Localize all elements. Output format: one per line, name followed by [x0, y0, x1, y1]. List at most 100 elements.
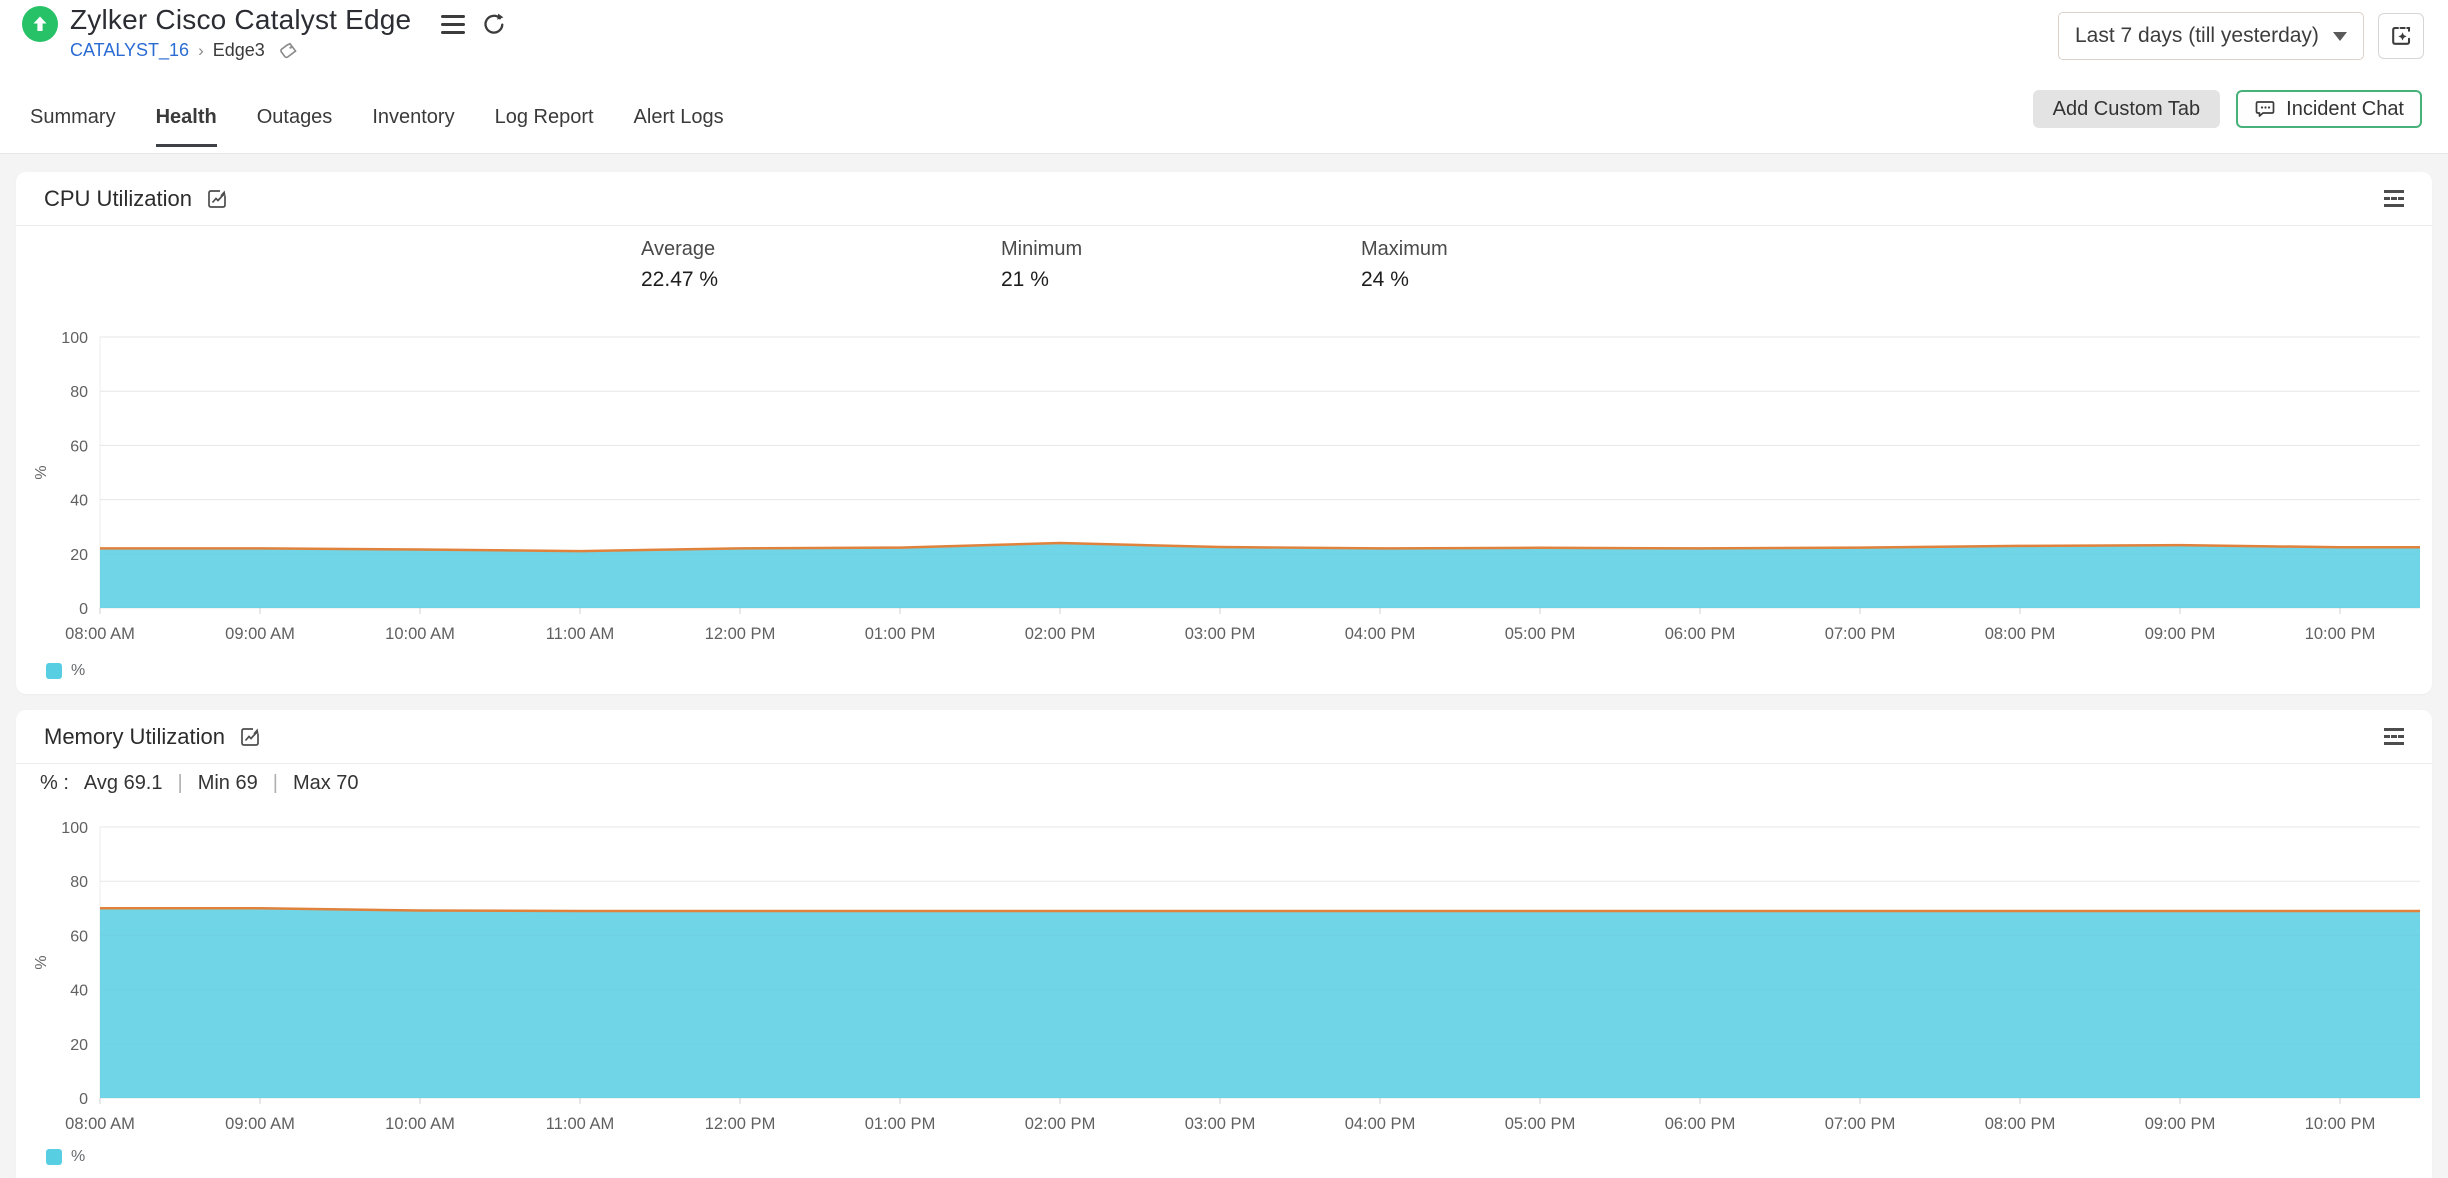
time-range-value: Last 7 days (till yesterday)	[2075, 24, 2319, 48]
svg-text:60: 60	[70, 928, 88, 945]
chat-bubble-icon	[2254, 98, 2276, 120]
cpu-chart[interactable]: 0 20 40 60 80 100 08:00 AM 09:00 AM 10:00 AM 11:0…	[16, 322, 2432, 652]
memory-stat-max: Max 70	[293, 772, 359, 795]
memory-stat-avg: Avg 69.1	[84, 772, 163, 795]
cpu-chart-legend[interactable]: %	[46, 662, 85, 680]
cpu-panel-title: CPU Utilization	[44, 186, 192, 212]
stats-separator: |	[178, 772, 183, 795]
svg-text:03:00 PM: 03:00 PM	[1185, 625, 1256, 643]
memory-panel-title: Memory Utilization	[44, 724, 225, 750]
svg-text:09:00 AM: 09:00 AM	[225, 1115, 295, 1133]
svg-text:09:00 AM: 09:00 AM	[225, 625, 295, 643]
breadcrumb-separator: ›	[198, 41, 204, 61]
svg-text:09:00 PM: 09:00 PM	[2145, 1115, 2216, 1133]
svg-text:09:00 PM: 09:00 PM	[2145, 625, 2216, 643]
tab-summary[interactable]: Summary	[30, 106, 116, 147]
svg-text:05:00 PM: 05:00 PM	[1505, 625, 1576, 643]
time-range-selector[interactable]: Last 7 days (till yesterday)	[2058, 12, 2364, 60]
svg-text:04:00 PM: 04:00 PM	[1345, 625, 1416, 643]
svg-text:02:00 PM: 02:00 PM	[1025, 625, 1096, 643]
svg-text:02:00 PM: 02:00 PM	[1025, 1115, 1096, 1133]
expand-chart-icon[interactable]	[206, 188, 228, 210]
svg-text:04:00 PM: 04:00 PM	[1345, 1115, 1416, 1133]
svg-text:0: 0	[79, 601, 88, 618]
svg-text:0: 0	[79, 1091, 88, 1108]
tab-bar: Summary Health Outages Inventory Log Rep…	[30, 106, 724, 147]
frame-sparkle-icon	[2388, 23, 2414, 49]
svg-text:20: 20	[70, 1037, 88, 1054]
memory-stats-prefix: % :	[40, 772, 69, 795]
chevron-down-icon	[2333, 32, 2347, 41]
tab-log-report[interactable]: Log Report	[495, 106, 594, 147]
svg-text:10:00 AM: 10:00 AM	[385, 625, 455, 643]
svg-text:20: 20	[70, 547, 88, 564]
tab-outages[interactable]: Outages	[257, 106, 333, 147]
svg-text:08:00 AM: 08:00 AM	[65, 625, 135, 643]
cpu-panel-header: CPU Utilization	[16, 172, 2432, 226]
svg-text:11:00 AM: 11:00 AM	[546, 625, 615, 643]
legend-label: %	[71, 662, 85, 680]
tab-health[interactable]: Health	[156, 106, 217, 147]
incident-chat-label: Incident Chat	[2286, 98, 2404, 121]
breadcrumb-current: Edge3	[213, 40, 265, 61]
tab-alert-logs[interactable]: Alert Logs	[634, 106, 724, 147]
add-custom-tab-button[interactable]: Add Custom Tab	[2033, 90, 2221, 128]
cpu-stat-minimum: Minimum 21 %	[1001, 238, 1361, 292]
memory-chart-context-menu-icon[interactable]	[2384, 728, 2404, 745]
legend-label: %	[71, 1148, 85, 1166]
svg-text:%: %	[33, 465, 50, 479]
breadcrumb: CATALYST_16 › Edge3	[70, 40, 298, 61]
page-title: Zylker Cisco Catalyst Edge	[70, 4, 411, 36]
cpu-stats-row: Average 22.47 % Minimum 21 % Maximum 24 …	[641, 238, 1721, 292]
svg-text:08:00 AM: 08:00 AM	[65, 1115, 135, 1133]
refresh-icon[interactable]	[481, 11, 507, 42]
stat-label: Maximum	[1361, 238, 1721, 261]
svg-text:01:00 PM: 01:00 PM	[865, 1115, 936, 1133]
memory-stat-min: Min 69	[198, 772, 258, 795]
memory-utilization-panel: Memory Utilization % : Avg 69.1 | Min 69…	[16, 710, 2432, 1178]
stat-value: 21 %	[1001, 268, 1361, 292]
legend-swatch	[46, 1149, 62, 1165]
svg-text:40: 40	[70, 493, 88, 510]
svg-text:12:00 PM: 12:00 PM	[705, 625, 776, 643]
tab-inventory[interactable]: Inventory	[372, 106, 454, 147]
svg-text:%: %	[33, 955, 50, 969]
breadcrumb-parent-link[interactable]: CATALYST_16	[70, 40, 189, 61]
stat-label: Average	[641, 238, 1001, 261]
title-menu-icon[interactable]	[441, 15, 465, 34]
svg-text:06:00 PM: 06:00 PM	[1665, 1115, 1736, 1133]
svg-text:10:00 PM: 10:00 PM	[2305, 625, 2376, 643]
svg-text:40: 40	[70, 983, 88, 1000]
svg-text:80: 80	[70, 874, 88, 891]
expand-chart-icon[interactable]	[239, 726, 261, 748]
memory-chart[interactable]: 0 20 40 60 80 100 08:00 AM 09:00 AM 10:00 AM 11:0…	[16, 812, 2432, 1142]
svg-text:08:00 PM: 08:00 PM	[1985, 1115, 2056, 1133]
svg-text:10:00 PM: 10:00 PM	[2305, 1115, 2376, 1133]
svg-text:08:00 PM: 08:00 PM	[1985, 625, 2056, 643]
svg-text:03:00 PM: 03:00 PM	[1185, 1115, 1256, 1133]
cpu-chart-context-menu-icon[interactable]	[2384, 190, 2404, 207]
svg-text:80: 80	[70, 384, 88, 401]
svg-text:100: 100	[61, 820, 88, 837]
memory-chart-legend[interactable]: %	[46, 1148, 85, 1166]
legend-swatch	[46, 663, 62, 679]
svg-text:11:00 AM: 11:00 AM	[546, 1115, 615, 1133]
incident-chat-button[interactable]: Incident Chat	[2236, 90, 2422, 128]
svg-text:100: 100	[61, 330, 88, 347]
top-bar: Zylker Cisco Catalyst Edge CATALYST_16 ›…	[0, 0, 2448, 154]
stats-separator: |	[273, 772, 278, 795]
tag-icon[interactable]	[278, 41, 298, 61]
svg-text:12:00 PM: 12:00 PM	[705, 1115, 776, 1133]
svg-text:07:00 PM: 07:00 PM	[1825, 625, 1896, 643]
svg-text:05:00 PM: 05:00 PM	[1505, 1115, 1576, 1133]
header-actions: Add Custom Tab Incident Chat	[2033, 90, 2422, 128]
svg-text:10:00 AM: 10:00 AM	[385, 1115, 455, 1133]
frame-sparkle-button[interactable]	[2378, 13, 2424, 59]
device-status-up-icon	[22, 6, 58, 42]
stat-value: 24 %	[1361, 268, 1721, 292]
memory-stats-row: % : Avg 69.1 | Min 69 | Max 70	[40, 772, 359, 795]
cpu-utilization-panel: CPU Utilization Average 22.47 % Minimum …	[16, 172, 2432, 694]
memory-panel-header: Memory Utilization	[16, 710, 2432, 764]
svg-text:60: 60	[70, 438, 88, 455]
svg-text:07:00 PM: 07:00 PM	[1825, 1115, 1896, 1133]
